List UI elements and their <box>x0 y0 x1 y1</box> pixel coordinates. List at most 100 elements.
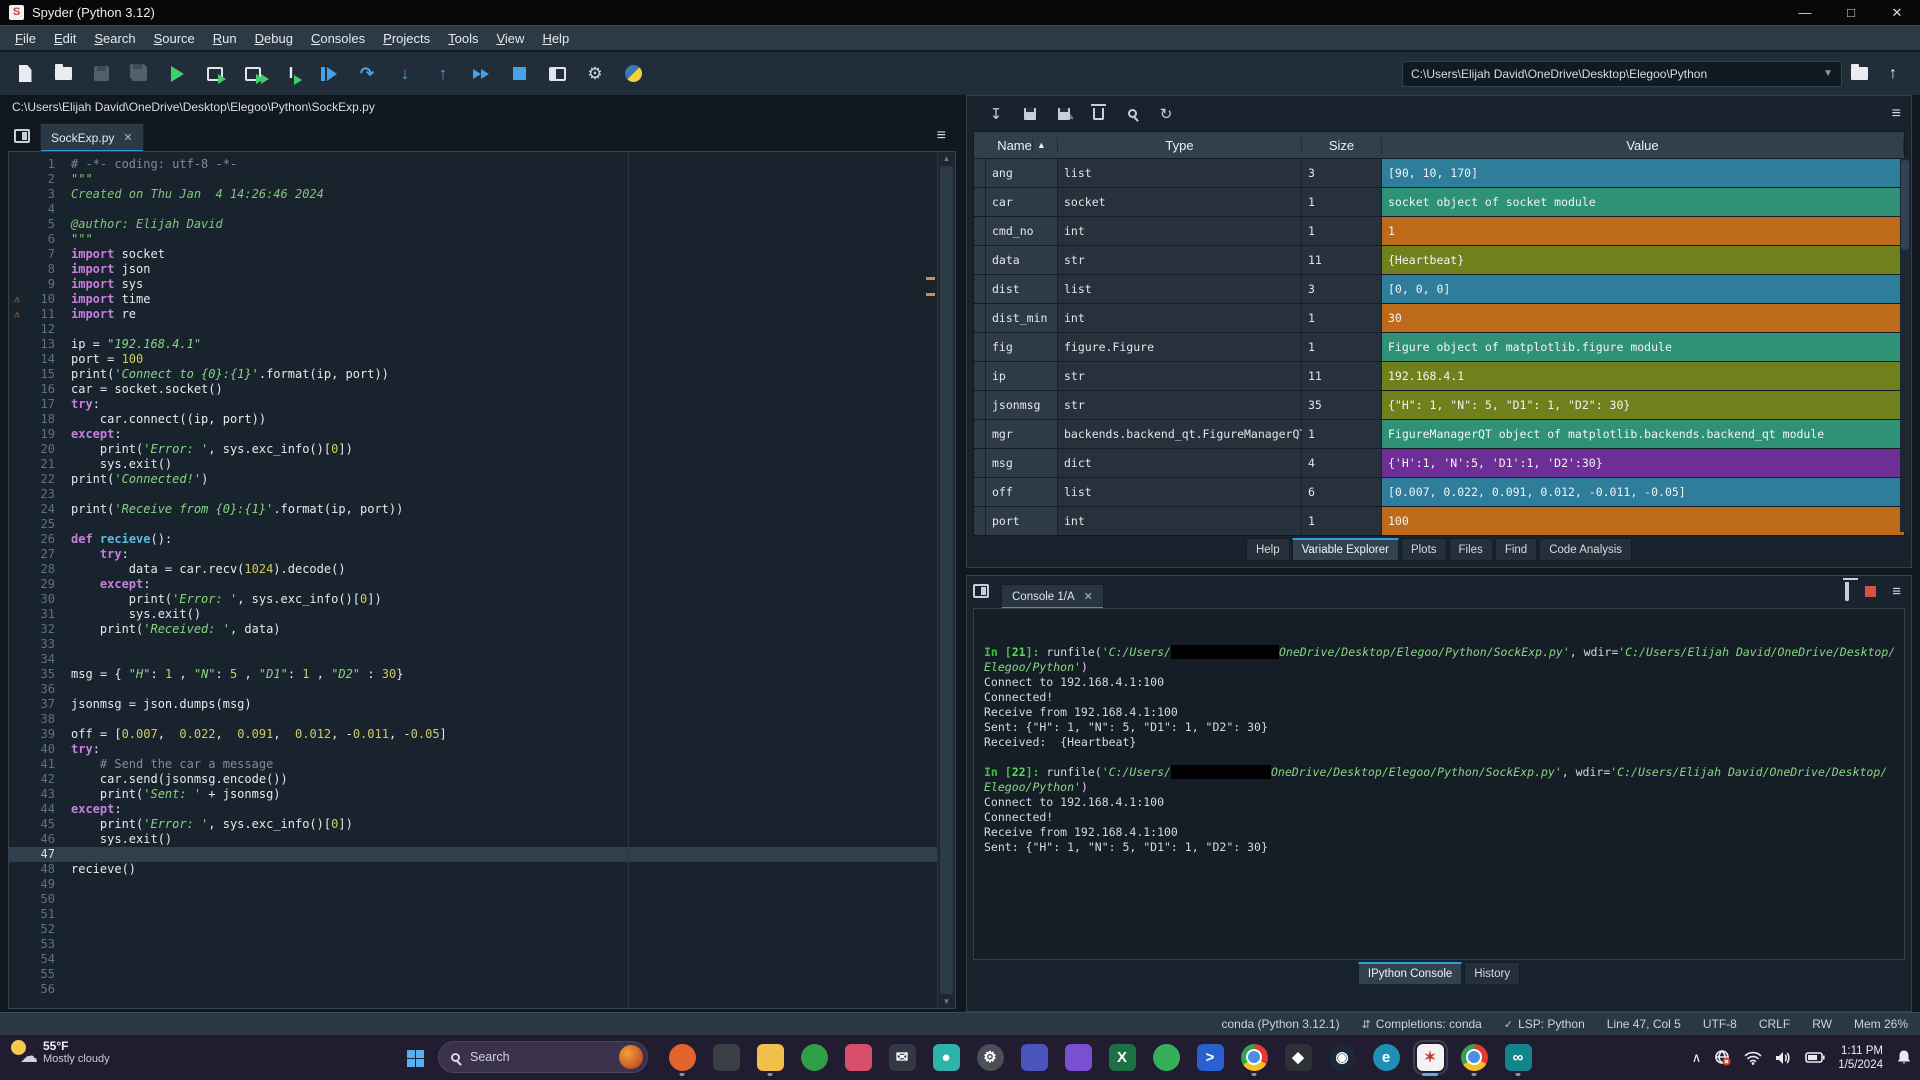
variable-name[interactable]: cmd_no <box>986 217 1058 245</box>
network-error-icon[interactable] <box>1714 1049 1731 1066</box>
variable-size[interactable]: 1 <box>1302 420 1382 448</box>
menu-search[interactable]: Search <box>85 28 144 49</box>
code-line[interactable]: 13 ip = "192.168.4.1" <box>9 337 955 352</box>
save-data-as-button[interactable]: ✎ <box>1047 100 1081 128</box>
code-line[interactable]: 25 <box>9 517 955 532</box>
column-name[interactable]: Name ▲ <box>986 137 1058 153</box>
editor-scrollbar[interactable]: ▲ ▼ <box>937 152 955 1008</box>
search-variables-button[interactable] <box>1115 100 1149 128</box>
table-scrollbar[interactable] <box>1900 158 1910 532</box>
code-line[interactable]: 56 <box>9 982 955 997</box>
variable-size[interactable]: 4 <box>1302 449 1382 477</box>
variable-value[interactable]: [0, 0, 0] <box>1382 275 1904 303</box>
tab-plots[interactable]: Plots <box>1400 538 1447 561</box>
code-line[interactable]: 48 recieve() <box>9 862 955 877</box>
mail-icon[interactable]: ✉ <box>880 1037 924 1077</box>
browse-consoles-icon[interactable] <box>973 584 989 598</box>
code-line[interactable]: 28 data = car.recv(1024).decode() <box>9 562 955 577</box>
variable-name[interactable]: port <box>986 507 1058 535</box>
menu-run[interactable]: Run <box>204 28 246 49</box>
run-cell-button[interactable] <box>196 57 234 91</box>
variable-type[interactable]: list <box>1058 159 1302 187</box>
python-env-button[interactable] <box>614 57 652 91</box>
browse-tabs-icon[interactable] <box>14 129 30 143</box>
tab-history[interactable]: History <box>1464 962 1521 985</box>
column-value[interactable]: Value <box>1382 137 1904 153</box>
code-line[interactable]: 33 <box>9 637 955 652</box>
preferences-button[interactable]: ⚙ <box>576 57 614 91</box>
variable-name[interactable]: ip <box>986 362 1058 390</box>
save-all-button[interactable] <box>120 57 158 91</box>
run-button[interactable] <box>158 57 196 91</box>
variable-name[interactable]: dist_min <box>986 304 1058 332</box>
tab-ipython-console[interactable]: IPython Console <box>1357 962 1463 985</box>
variable-name[interactable]: off <box>986 478 1058 506</box>
variable-size[interactable]: 1 <box>1302 304 1382 332</box>
code-line[interactable]: 6 """ <box>9 232 955 247</box>
code-line[interactable]: 37 jsonmsg = json.dumps(msg) <box>9 697 955 712</box>
variable-value[interactable]: Figure object of matplotlib.figure modul… <box>1382 333 1904 361</box>
taskbar-search[interactable]: Search <box>438 1041 648 1073</box>
warning-flag[interactable] <box>926 293 935 296</box>
minimize-icon[interactable]: — <box>1782 0 1828 25</box>
console-options-icon[interactable]: ≡ <box>1892 583 1901 600</box>
code-line[interactable]: 46 sys.exit() <box>9 832 955 847</box>
code-line[interactable]: 29 except: <box>9 577 955 592</box>
code-line[interactable]: 8 import json <box>9 262 955 277</box>
notification-bell-icon[interactable] <box>1896 1049 1912 1066</box>
discord-icon[interactable] <box>1056 1037 1100 1077</box>
code-line[interactable]: 32 print('Received: ', data) <box>9 622 955 637</box>
code-line[interactable]: 45 print('Error: ', sys.exc_info()[0]) <box>9 817 955 832</box>
code-line[interactable]: 24 print('Receive from {0}:{1}'.format(ip… <box>9 502 955 517</box>
debug-continue-button[interactable] <box>462 57 500 91</box>
parent-directory-button[interactable]: ↑ <box>1876 59 1910 89</box>
variable-size[interactable]: 1 <box>1302 217 1382 245</box>
refresh-button[interactable]: ↻ <box>1149 100 1183 128</box>
excel-icon[interactable]: X <box>1100 1037 1144 1077</box>
teams-icon[interactable] <box>1012 1037 1056 1077</box>
variable-type[interactable]: int <box>1058 304 1302 332</box>
chevron-down-icon[interactable]: ▼ <box>1823 68 1833 79</box>
new-file-button[interactable] <box>6 57 44 91</box>
save-button[interactable] <box>82 57 120 91</box>
variable-value[interactable]: 192.168.4.1 <box>1382 362 1904 390</box>
code-line[interactable]: 35 msg = { "H": 1 , "N": 5 , "D1": 1 , "D… <box>9 667 955 682</box>
code-line[interactable]: 31 sys.exit() <box>9 607 955 622</box>
maps-icon[interactable]: ● <box>924 1037 968 1077</box>
variable-value[interactable]: 1 <box>1382 217 1904 245</box>
variable-type[interactable]: socket <box>1058 188 1302 216</box>
code-line[interactable]: 18 car.connect((ip, port)) <box>9 412 955 427</box>
debug-step-return-button[interactable]: ↑ <box>424 57 462 91</box>
variable-name[interactable]: data <box>986 246 1058 274</box>
file-explorer-icon[interactable] <box>748 1037 792 1077</box>
code-line[interactable]: 55 <box>9 967 955 982</box>
variable-name[interactable]: jsonmsg <box>986 391 1058 419</box>
code-line[interactable]: 23 <box>9 487 955 502</box>
code-line[interactable]: 36 <box>9 682 955 697</box>
code-line[interactable]: 44 except: <box>9 802 955 817</box>
variable-size[interactable]: 11 <box>1302 246 1382 274</box>
tab-code-analysis[interactable]: Code Analysis <box>1539 538 1633 561</box>
arduino-icon[interactable]: ∞ <box>1496 1037 1540 1077</box>
code-line[interactable]: 5 @author: Elijah David <box>9 217 955 232</box>
variable-name[interactable]: car <box>986 188 1058 216</box>
working-directory-input[interactable]: C:\Users\Elijah David\OneDrive\Desktop\E… <box>1402 60 1842 87</box>
variable-value[interactable]: 30 <box>1382 304 1904 332</box>
code-line[interactable]: 3 Created on Thu Jan 4 14:26:46 2024 <box>9 187 955 202</box>
current-line[interactable]: 47 <box>9 847 955 862</box>
tab-find[interactable]: Find <box>1494 538 1538 561</box>
menu-file[interactable]: File <box>6 28 45 49</box>
variable-size[interactable]: 35 <box>1302 391 1382 419</box>
table-row[interactable]: fig figure.Figure 1 Figure object of matplo… <box>974 332 1904 361</box>
menu-debug[interactable]: Debug <box>246 28 302 49</box>
code-line[interactable]: 52 <box>9 922 955 937</box>
code-line[interactable]: 9 import sys <box>9 277 955 292</box>
variable-value[interactable]: {'H':1, 'N':5, 'D1':1, 'D2':30} <box>1382 449 1904 477</box>
spyder-icon[interactable]: ✶ <box>1408 1037 1452 1077</box>
powershell-icon[interactable]: > <box>1188 1037 1232 1077</box>
code-line[interactable]: 26 def recieve(): <box>9 532 955 547</box>
table-row[interactable]: mgr backends.backend_qt.FigureManagerQT 1 F… <box>974 419 1904 448</box>
variable-value[interactable]: {Heartbeat} <box>1382 246 1904 274</box>
column-size[interactable]: Size <box>1302 137 1382 153</box>
code-line[interactable]: 54 <box>9 952 955 967</box>
